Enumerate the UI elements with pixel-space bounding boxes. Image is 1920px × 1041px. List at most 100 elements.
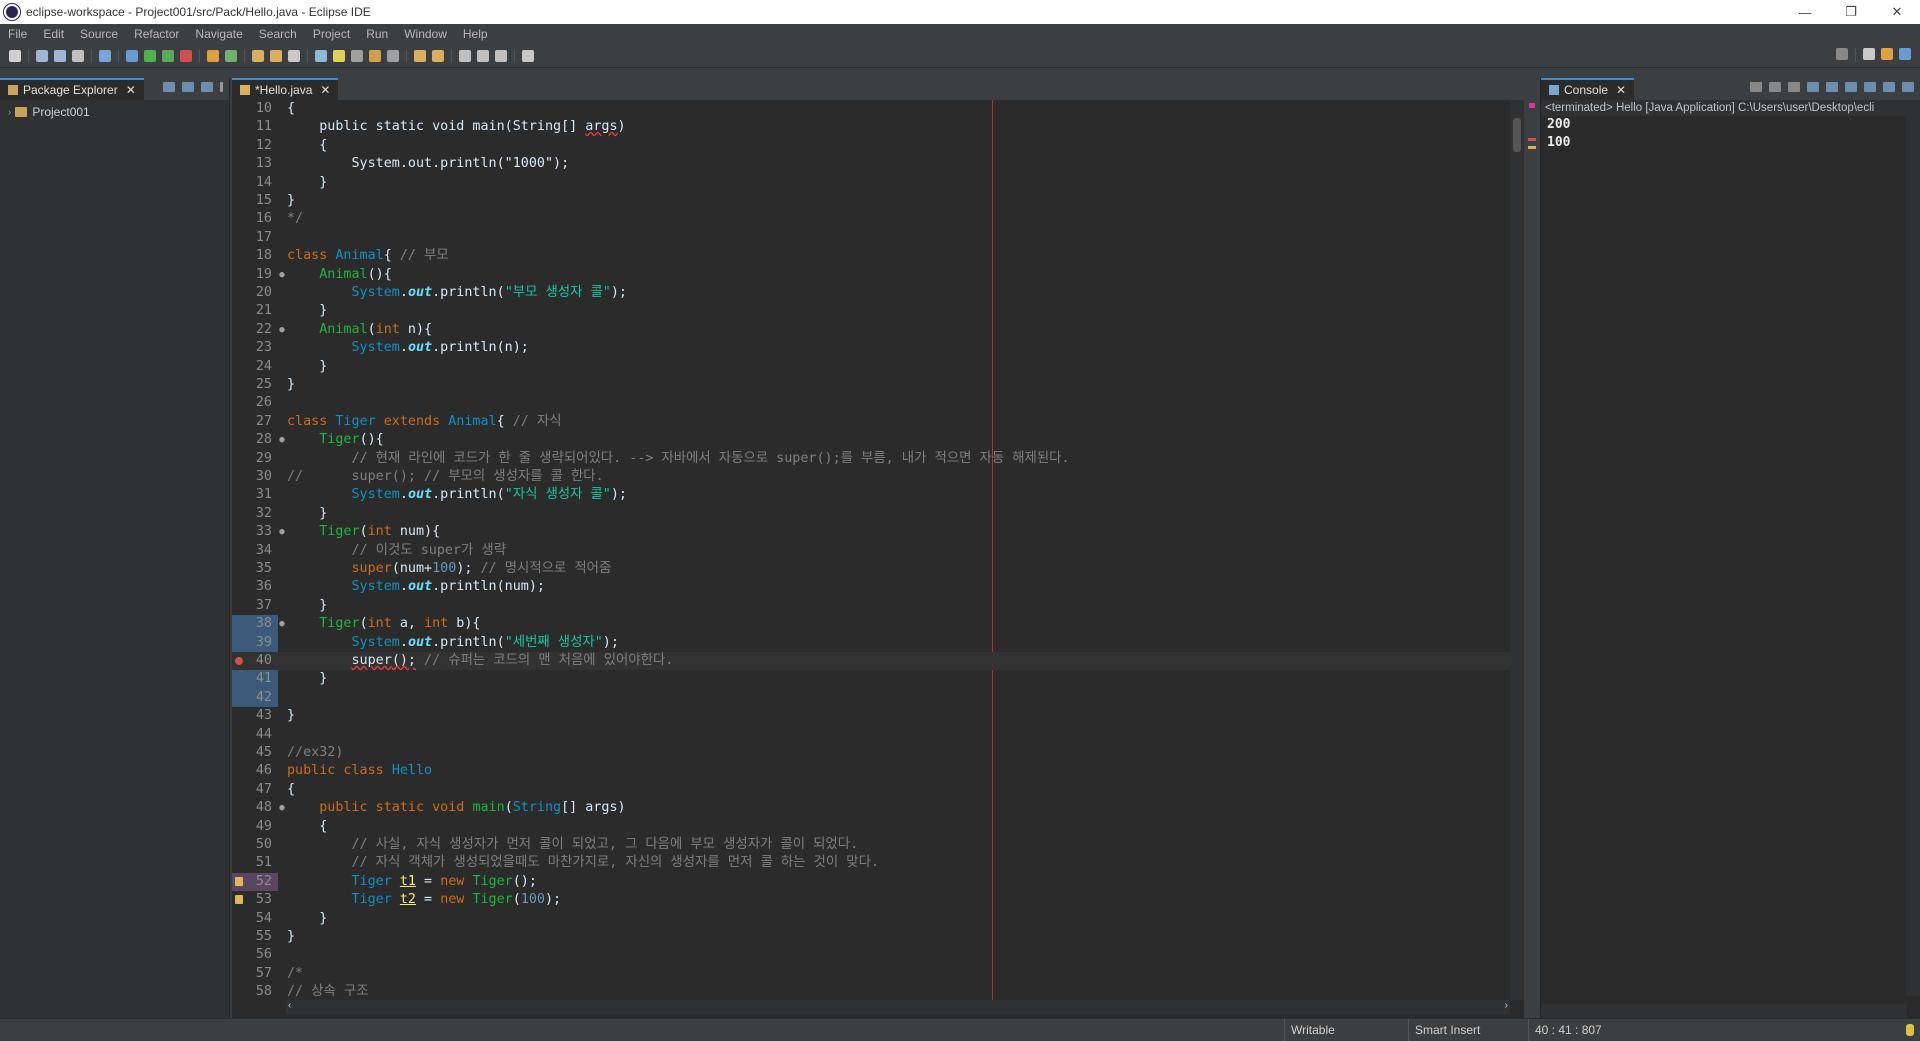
fold-toggle-icon[interactable]: ● [278,266,286,284]
status-insert-mode[interactable]: Smart Insert [1408,1019,1528,1041]
toggle-highlight-icon[interactable] [333,49,345,62]
coverage-icon[interactable] [162,49,174,62]
code-line[interactable]: 22 ● Animal(int n){ [232,321,1510,339]
link-with-editor-icon[interactable] [182,82,194,92]
code-editor[interactable]: 10 {11 public static void main(String[] a… [232,100,1510,1000]
code-line[interactable]: 52 Tiger t1 = new Tiger(); [232,873,1510,891]
open-perspective-icon[interactable] [1863,48,1875,60]
code-line[interactable]: 34 // 이것도 super가 생략 [232,542,1510,560]
save-all-icon[interactable] [54,49,66,62]
console-output[interactable]: 200 100 [1541,116,1920,152]
close-icon[interactable]: ✕ [126,83,136,97]
back-icon[interactable] [477,49,489,62]
editor-vertical-scrollbar[interactable] [1510,100,1524,1000]
code-line[interactable]: 53 Tiger t2 = new Tiger(100); [232,891,1510,909]
collapse-all-icon[interactable] [163,82,175,92]
open-task-icon[interactable] [270,49,282,62]
code-line[interactable]: 23 System.out.println(n); [232,339,1510,357]
toggle-mark-icon[interactable] [315,49,327,62]
code-line[interactable]: 25} [232,376,1510,394]
console-vertical-scrollbar[interactable] [1906,116,1920,996]
code-line[interactable]: 11 public static void main(String[] args… [232,118,1510,136]
code-line[interactable]: 58 // 상속 구조 [232,983,1510,1000]
word-wrap-icon[interactable] [369,49,381,62]
close-icon[interactable]: ✕ [320,83,330,97]
show-whitespace-icon[interactable] [387,49,399,62]
pin-console-icon[interactable] [1864,82,1876,92]
console-horizontal-scrollbar[interactable] [1541,1004,1907,1018]
menu-refactor[interactable]: Refactor [126,27,187,41]
code-line[interactable]: 17 [232,229,1510,247]
pin-editor-icon[interactable] [522,49,534,62]
warning-icon[interactable] [235,876,243,886]
code-line[interactable]: 26 [232,394,1510,412]
prev-annotation-icon[interactable] [432,49,444,62]
clear-console-icon[interactable] [1807,82,1819,92]
menu-project[interactable]: Project [305,27,358,41]
close-button[interactable]: ✕ [1874,0,1920,24]
search-icon[interactable] [1836,48,1848,60]
java-perspective-icon[interactable] [1881,48,1893,60]
code-line[interactable]: 40 super(); // 슈퍼는 코드의 맨 처음에 있어야한다. [232,652,1510,671]
code-line[interactable]: 31 System.out.println("자식 생성자 콜"); [232,486,1510,504]
fold-toggle-icon[interactable]: ● [278,615,286,633]
code-line[interactable]: 39 System.out.println("세번째 생성자"); [232,634,1510,652]
code-line[interactable]: 10 { [232,100,1510,118]
menu-run[interactable]: Run [358,27,396,41]
code-line[interactable]: 44 [232,726,1510,744]
code-line[interactable]: 24 } [232,358,1510,376]
code-line[interactable]: 29 // 현재 라인에 코드가 한 줄 생략되어있다. --> 자바에서 자동… [232,450,1510,468]
warning-marker[interactable] [1528,146,1536,149]
menu-search[interactable]: Search [251,27,305,41]
scroll-left-icon[interactable]: ‹ [288,1000,291,1011]
menu-source[interactable]: Source [72,27,126,41]
code-line[interactable]: 57 /* [232,965,1510,983]
code-line[interactable]: 32 } [232,505,1510,523]
code-line[interactable]: 41 } [232,670,1510,688]
view-menu-icon[interactable] [220,82,223,92]
fold-toggle-icon[interactable]: ● [278,799,286,817]
restore-button[interactable]: ❐ [1828,0,1874,24]
save-icon[interactable] [36,49,48,62]
fold-toggle-icon[interactable]: ● [278,321,286,339]
code-line[interactable]: 38 ● Tiger(int a, int b){ [232,615,1510,633]
code-line[interactable]: 37 } [232,597,1510,615]
word-wrap-icon[interactable] [1845,82,1857,92]
remove-launch-icon[interactable] [1769,82,1781,92]
code-line[interactable]: 18 class Animal{ // 부모 [232,247,1510,265]
error-icon[interactable] [235,657,243,665]
code-line[interactable]: 35 super(num+100); // 명시적으로 적어줌 [232,560,1510,578]
code-line[interactable]: 55} [232,928,1510,946]
code-line[interactable]: 46 public class Hello [232,762,1510,780]
editor-horizontal-scrollbar[interactable]: ‹ › [286,1000,1510,1014]
code-line[interactable]: 30 // super(); // 부모의 생성자를 콜 한다. [232,468,1510,486]
run-icon[interactable] [144,49,156,62]
scroll-right-icon[interactable]: › [1505,1000,1508,1011]
fold-toggle-icon[interactable]: ● [278,431,286,449]
open-console-icon[interactable] [1902,82,1914,92]
code-line[interactable]: 43} [232,707,1510,725]
code-line[interactable]: 20 System.out.println("부모 생성자 콜"); [232,284,1510,302]
warning-icon[interactable] [235,895,243,905]
last-edit-icon[interactable] [459,49,471,62]
new-class-icon[interactable] [225,49,237,62]
debug-icon[interactable] [126,49,138,62]
tab-package-explorer[interactable]: Package Explorer ✕ [0,78,144,100]
code-line[interactable]: 49 { [232,818,1510,836]
code-line[interactable]: 47 { [232,781,1510,799]
code-line[interactable]: 27 class Tiger extends Animal{ // 자식 [232,413,1510,431]
debug-perspective-icon[interactable] [1899,48,1911,60]
code-line[interactable]: 56 [232,946,1510,964]
scroll-lock-icon[interactable] [1826,82,1838,92]
minimize-button[interactable]: — [1782,0,1828,24]
tree-item-project[interactable]: › Project001 [0,104,229,120]
menu-file[interactable]: File [0,27,35,41]
menu-edit[interactable]: Edit [35,27,72,41]
scrollbar-thumb[interactable] [1513,118,1521,152]
code-line[interactable]: 19 ● Animal(){ [232,266,1510,284]
code-line[interactable]: 45 //ex32) [232,744,1510,762]
remove-all-icon[interactable] [1788,82,1800,92]
code-line[interactable]: 36 System.out.println(num); [232,578,1510,596]
new-icon[interactable] [9,49,21,62]
code-line[interactable]: 33 ● Tiger(int num){ [232,523,1510,541]
